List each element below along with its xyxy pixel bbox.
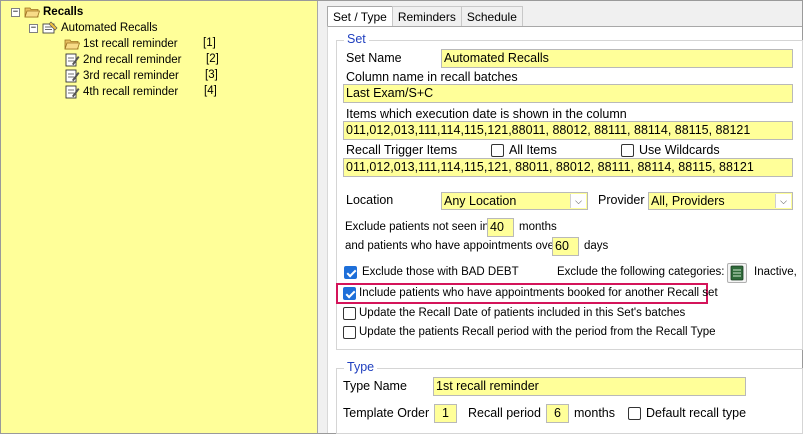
- location-value: Any Location: [444, 194, 517, 208]
- tree-item-label: 1st recall reminder: [83, 38, 178, 50]
- details-panel: Set / Type Reminders Schedule Set Set Na…: [319, 1, 803, 434]
- tree-item-count: [1]: [203, 37, 216, 49]
- document-pencil-icon: [65, 85, 80, 99]
- tree-item-count: [3]: [205, 69, 218, 81]
- tree-node-type-1[interactable]: 1st recall reminder: [64, 36, 178, 52]
- update-recall-date-label: Update the Recall Date of patients inclu…: [359, 307, 686, 319]
- trigger-items-field[interactable]: 011,012,013,111,114,115,121, 88011, 8801…: [343, 158, 793, 177]
- column-name-field[interactable]: Last Exam/S+C: [343, 84, 793, 103]
- location-label: Location: [346, 193, 394, 207]
- document-pencil-icon: [65, 53, 80, 67]
- tab-reminders[interactable]: Reminders: [391, 6, 462, 27]
- set-name-label: Set Name: [346, 51, 402, 65]
- items-label: Items which execution date is shown in t…: [346, 107, 627, 121]
- template-order-label: Template Order: [343, 406, 430, 420]
- tab-schedule[interactable]: Schedule: [460, 6, 523, 27]
- dropdown-arrow-icon[interactable]: ⌵: [775, 194, 791, 208]
- use-wildcards-label: Use Wildcards: [639, 143, 720, 157]
- tab-content: Set Set Name Automated Recalls Column na…: [327, 26, 803, 434]
- location-select[interactable]: Any Location ⌵: [441, 192, 588, 210]
- excluded-categories-value: Inactive,: [754, 266, 797, 278]
- recall-tree: − Recalls − Automated Recalls 1st recall…: [1, 1, 318, 433]
- template-order-field[interactable]: 1: [434, 404, 457, 423]
- provider-value: All, Providers: [651, 194, 725, 208]
- bad-debt-checkbox[interactable]: [344, 266, 357, 279]
- collapse-icon[interactable]: −: [29, 23, 38, 33]
- set-group-title: Set: [344, 32, 369, 46]
- recall-period-field[interactable]: 6: [546, 404, 569, 423]
- document-pencil-icon: [65, 69, 80, 83]
- tree-item-label: 2nd recall reminder: [83, 54, 182, 66]
- default-recall-type-label: Default recall type: [646, 406, 747, 420]
- update-recall-date-checkbox[interactable]: [343, 307, 356, 320]
- tree-item-label: 3rd recall reminder: [83, 70, 179, 82]
- tree-item-count: [2]: [206, 53, 219, 65]
- update-recall-period-checkbox[interactable]: [343, 326, 356, 339]
- tree-node-automated-recalls[interactable]: − Automated Recalls: [29, 20, 158, 36]
- category-list-icon: [730, 265, 744, 281]
- recall-period-months-label: months: [574, 406, 615, 420]
- type-group-title: Type: [344, 360, 378, 374]
- open-folder-icon: [24, 7, 40, 18]
- appointments-days-field[interactable]: 60: [552, 237, 579, 256]
- all-items-label: All Items: [509, 143, 557, 157]
- open-folder-icon: [64, 39, 80, 50]
- tree-node-type-2[interactable]: 2nd recall reminder: [64, 52, 181, 68]
- column-name-label: Column name in recall batches: [346, 70, 518, 84]
- category-picker-button[interactable]: [727, 263, 747, 283]
- use-wildcards-checkbox[interactable]: [621, 144, 634, 157]
- bad-debt-label: Exclude those with BAD DEBT: [362, 266, 519, 278]
- tab-strip: Set / Type Reminders Schedule: [327, 6, 523, 27]
- provider-label: Provider: [598, 193, 645, 207]
- recall-set-icon: [42, 21, 58, 34]
- exclude-categories-label: Exclude the following categories:: [557, 266, 725, 278]
- dropdown-arrow-icon[interactable]: ⌵: [570, 194, 586, 208]
- months-label: months: [519, 221, 557, 233]
- days-label: days: [584, 240, 609, 252]
- default-recall-type-checkbox[interactable]: [628, 407, 641, 420]
- tree-node-type-3[interactable]: 3rd recall reminder: [64, 68, 179, 84]
- items-field[interactable]: 011,012,013,111,114,115,121,88011, 88012…: [343, 121, 793, 140]
- provider-select[interactable]: All, Providers ⌵: [648, 192, 793, 210]
- set-name-field[interactable]: Automated Recalls: [441, 49, 793, 68]
- type-name-field[interactable]: 1st recall reminder: [433, 377, 746, 396]
- tree-node-recalls[interactable]: − Recalls: [11, 4, 83, 20]
- tree-item-label: 4th recall reminder: [83, 86, 179, 98]
- collapse-icon[interactable]: −: [11, 7, 20, 17]
- tree-root-label: Recalls: [43, 6, 84, 18]
- all-items-checkbox[interactable]: [491, 144, 504, 157]
- tab-set-type[interactable]: Set / Type: [327, 6, 393, 27]
- exclude-not-seen-label: Exclude patients not seen in: [345, 221, 489, 233]
- exclude-months-field[interactable]: 40: [487, 218, 514, 237]
- include-booked-checkbox[interactable]: [343, 287, 356, 300]
- tree-item-count: [4]: [204, 85, 217, 97]
- update-recall-period-label: Update the patients Recall period with t…: [359, 326, 716, 338]
- tree-node-type-4[interactable]: 4th recall reminder: [64, 84, 178, 100]
- tree-set-label: Automated Recalls: [61, 22, 158, 34]
- appointments-over-label: and patients who have appointments over: [345, 240, 558, 252]
- include-booked-label: Include patients who have appointments b…: [359, 287, 718, 299]
- trigger-items-label: Recall Trigger Items: [346, 143, 458, 157]
- type-name-label: Type Name: [343, 379, 407, 393]
- recall-period-label: Recall period: [468, 406, 541, 420]
